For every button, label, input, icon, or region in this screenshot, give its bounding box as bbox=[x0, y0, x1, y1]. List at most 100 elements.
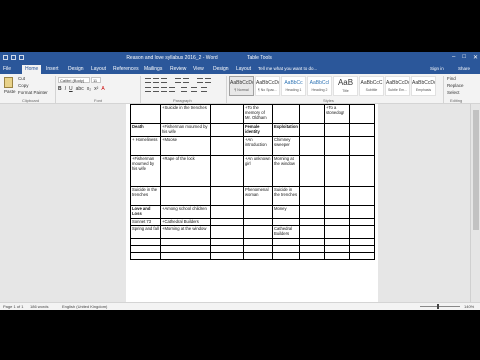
format-painter-button[interactable]: Format Painter bbox=[18, 90, 48, 95]
paste-icon[interactable] bbox=[4, 77, 13, 88]
subscript-icon[interactable]: x₂ bbox=[87, 86, 91, 92]
tab-insert[interactable]: Insert bbox=[46, 66, 59, 72]
decrease-indent-icon[interactable] bbox=[175, 78, 181, 83]
table-cell[interactable] bbox=[349, 238, 375, 246]
find-button[interactable]: Find bbox=[447, 76, 456, 81]
style-no-spacing[interactable]: AaBbCcDc ¶ No Spac... bbox=[255, 76, 280, 96]
table-cell[interactable]: +An introduction bbox=[243, 136, 273, 156]
sort-icon[interactable] bbox=[197, 78, 203, 83]
increase-indent-icon[interactable] bbox=[183, 78, 189, 83]
tab-references[interactable]: References bbox=[113, 66, 139, 72]
table-cell[interactable]: +Morning at the window bbox=[160, 225, 211, 239]
close-button[interactable]: ✕ bbox=[473, 54, 478, 61]
table-cell[interactable] bbox=[349, 136, 375, 156]
tab-review[interactable]: Review bbox=[170, 66, 186, 72]
table-cell[interactable]: Cathedral Builders bbox=[272, 225, 300, 239]
document-page[interactable]: +Suicide in the trenches +To the memory o… bbox=[126, 104, 378, 302]
table-cell[interactable] bbox=[160, 252, 211, 260]
save-icon[interactable] bbox=[3, 55, 8, 60]
table-cell[interactable]: +Among school children bbox=[160, 205, 211, 219]
table-cell[interactable] bbox=[349, 245, 375, 253]
style-emphasis[interactable]: AaBbCcDc Emphasis bbox=[411, 76, 436, 96]
table-cell[interactable]: Suicide in the trenches bbox=[130, 186, 161, 206]
table-cell[interactable] bbox=[160, 186, 211, 206]
language-indicator[interactable]: English (United Kingdom) bbox=[62, 304, 107, 309]
table-cell[interactable]: Love and Loss bbox=[130, 205, 161, 219]
table-cell[interactable]: +Cathedral Builders bbox=[160, 218, 211, 226]
bullets-icon[interactable] bbox=[145, 78, 151, 83]
table-row[interactable]: Sonnet 73 +Cathedral Builders bbox=[130, 218, 375, 226]
table-cell[interactable] bbox=[324, 225, 350, 239]
replace-button[interactable]: Replace bbox=[447, 83, 464, 88]
undo-icon[interactable] bbox=[11, 55, 16, 60]
table-cell[interactable]: Chimney sweeper bbox=[272, 136, 300, 156]
numbering-icon[interactable] bbox=[153, 78, 159, 83]
table-cell[interactable] bbox=[324, 245, 350, 253]
table-cell[interactable] bbox=[324, 238, 350, 246]
shading-icon[interactable] bbox=[191, 87, 197, 92]
table-cell[interactable] bbox=[349, 218, 375, 226]
superscript-icon[interactable]: x² bbox=[94, 86, 98, 92]
table-cell[interactable] bbox=[272, 218, 300, 226]
table-cell[interactable]: +Suicide in the trenches bbox=[160, 104, 211, 124]
table-row[interactable]: Love and Loss +Among school children Money bbox=[130, 205, 375, 219]
line-spacing-icon[interactable] bbox=[181, 87, 187, 92]
font-name-combo[interactable]: Calibri (Body) bbox=[58, 77, 90, 83]
table-cell[interactable] bbox=[299, 218, 325, 226]
style-title[interactable]: AaB Title bbox=[333, 76, 358, 96]
table-cell[interactable] bbox=[299, 252, 325, 260]
tell-me-box[interactable]: Tell me what you want to do... bbox=[258, 66, 317, 71]
table-cell[interactable] bbox=[243, 205, 273, 219]
table-cell[interactable] bbox=[349, 104, 375, 124]
font-color-icon[interactable]: A bbox=[101, 86, 104, 92]
table-cell[interactable] bbox=[210, 104, 244, 124]
table-cell[interactable] bbox=[243, 245, 273, 253]
table-cell[interactable] bbox=[210, 225, 244, 239]
table-cell[interactable]: +To a stonedog! bbox=[324, 104, 350, 124]
table-cell[interactable] bbox=[243, 218, 273, 226]
table-cell[interactable]: Exploitation bbox=[272, 123, 300, 137]
maximize-button[interactable]: □ bbox=[462, 54, 466, 61]
table-cell[interactable] bbox=[299, 136, 325, 156]
table-cell[interactable] bbox=[272, 245, 300, 253]
table-cell[interactable] bbox=[299, 123, 325, 137]
multilevel-list-icon[interactable] bbox=[161, 78, 167, 83]
table-cell[interactable] bbox=[299, 245, 325, 253]
table-cell[interactable]: +An unknown girl bbox=[243, 155, 273, 187]
table-cell[interactable] bbox=[272, 252, 300, 260]
table-cell[interactable] bbox=[324, 123, 350, 137]
tab-view[interactable]: View bbox=[193, 66, 204, 72]
show-marks-icon[interactable] bbox=[205, 78, 211, 83]
table-row[interactable] bbox=[130, 238, 375, 246]
table-row[interactable] bbox=[130, 252, 375, 260]
table-cell[interactable]: Female identity bbox=[243, 123, 273, 137]
table-cell[interactable] bbox=[349, 123, 375, 137]
style-subtitle[interactable]: AaBbCcC Subtitle bbox=[359, 76, 384, 96]
table-cell[interactable] bbox=[299, 225, 325, 239]
style-subtle-emphasis[interactable]: AaBbCcDc Subtle Em... bbox=[385, 76, 410, 96]
tab-table-layout[interactable]: Layout bbox=[236, 66, 251, 72]
bold-icon[interactable]: B bbox=[58, 86, 62, 92]
table-cell[interactable] bbox=[299, 205, 325, 219]
font-size-combo[interactable]: 11 bbox=[91, 77, 101, 83]
table-cell[interactable]: Death bbox=[130, 123, 161, 137]
style-heading-2[interactable]: AaBbCcI Heading 2 bbox=[307, 76, 332, 96]
table-row[interactable]: +Fisherman mourned by his wife +Rape of t… bbox=[130, 155, 375, 187]
table-cell[interactable] bbox=[210, 186, 244, 206]
table-cell[interactable] bbox=[160, 245, 211, 253]
table-cell[interactable]: Phenomenal woman bbox=[243, 186, 273, 206]
table-row[interactable]: Death +Fisherman mourned by his wife Femal… bbox=[130, 123, 375, 137]
table-cell[interactable]: Sonnet 73 bbox=[130, 218, 161, 226]
table-cell[interactable] bbox=[349, 205, 375, 219]
table-cell[interactable] bbox=[130, 252, 161, 260]
table-cell[interactable] bbox=[272, 104, 300, 124]
align-left-icon[interactable] bbox=[145, 87, 151, 92]
table-cell[interactable] bbox=[243, 252, 273, 260]
style-normal[interactable]: AaBbCcDc ¶ Normal bbox=[229, 76, 254, 96]
syllabus-table[interactable]: +Suicide in the trenches +To the memory o… bbox=[130, 104, 375, 260]
table-cell[interactable] bbox=[324, 155, 350, 187]
justify-icon[interactable] bbox=[169, 87, 175, 92]
table-cell[interactable]: +Fisherman mourned by his wife bbox=[160, 123, 211, 137]
style-heading-1[interactable]: AaBbCc Heading 1 bbox=[281, 76, 306, 96]
table-cell[interactable]: +Moose bbox=[160, 136, 211, 156]
